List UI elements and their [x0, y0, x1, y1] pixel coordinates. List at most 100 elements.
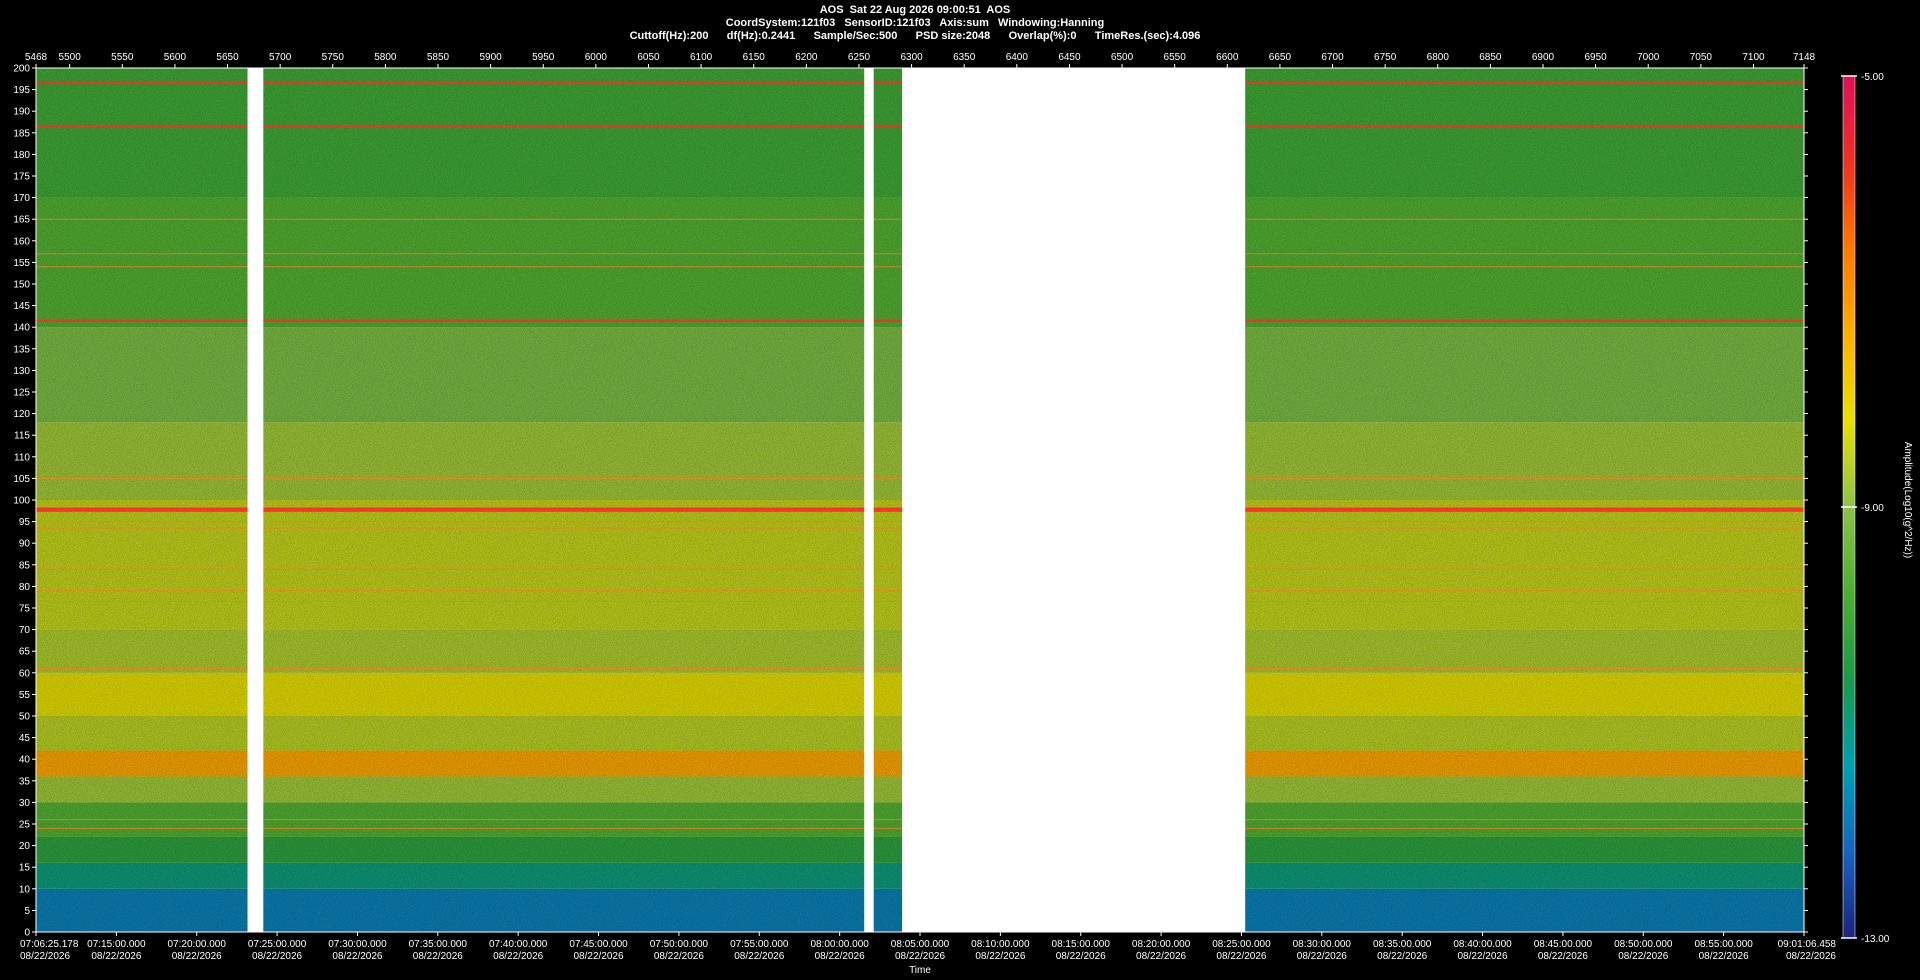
date-tick-label: 08/22/2026: [1618, 951, 1668, 962]
date-tick-label: 08/22/2026: [895, 951, 945, 962]
y-tick-label: 50: [19, 712, 31, 723]
y-tick-label: 0: [24, 928, 30, 939]
date-tick-label: 08/22/2026: [413, 951, 463, 962]
top-tick-label: 6750: [1374, 52, 1397, 63]
top-tick-label: 5550: [111, 52, 134, 63]
time-tick-label: 08:20:00.000: [1132, 939, 1191, 950]
y-tick-label: 35: [19, 776, 31, 787]
date-tick-label: 08/22/2026: [1538, 951, 1588, 962]
time-tick-label: 08:05:00.000: [891, 939, 950, 950]
time-tick-label: 07:35:00.000: [409, 939, 468, 950]
y-tick-label: 135: [13, 344, 30, 355]
time-tick-label: 07:30:00.000: [328, 939, 387, 950]
time-tick-label: 07:20:00.000: [168, 939, 227, 950]
y-tick-label: 195: [13, 85, 30, 96]
y-tick-label: 155: [13, 258, 30, 269]
top-tick-label: 7000: [1637, 52, 1660, 63]
top-tick-label: 6100: [690, 52, 713, 63]
y-tick-label: 55: [19, 690, 31, 701]
y-tick-label: 25: [19, 820, 31, 831]
y-tick-label: 5: [24, 906, 30, 917]
y-tick-label: 90: [19, 539, 31, 550]
top-tick-label: 7100: [1742, 52, 1765, 63]
y-tick-label: 120: [13, 409, 30, 420]
date-tick-label: 08/22/2026: [1297, 951, 1347, 962]
colorbar-tick-label: -13.00: [1861, 934, 1890, 945]
y-tick-label: 130: [13, 366, 30, 377]
y-tick-label: 60: [19, 668, 31, 679]
y-tick-label: 110: [14, 452, 30, 463]
y-tick-label: 145: [13, 301, 30, 312]
time-tick-label: 07:15:00.000: [87, 939, 146, 950]
date-tick-label: 08/22/2026: [1216, 951, 1266, 962]
top-tick-label: 6600: [1216, 52, 1239, 63]
top-tick-label: 5500: [59, 52, 82, 63]
top-tick-label: 5850: [427, 52, 450, 63]
y-tick-label: 10: [19, 884, 31, 895]
top-tick-label: 5950: [532, 52, 555, 63]
date-tick-label: 08/22/2026: [1377, 951, 1427, 962]
colorbar-tick-label: -5.00: [1861, 72, 1884, 83]
time-tick-label: 07:40:00.000: [489, 939, 548, 950]
time-tick-label: 07:25:00.000: [248, 939, 307, 950]
date-tick-label: 08/22/2026: [975, 951, 1025, 962]
time-tick-label: 07:50:00.000: [650, 939, 709, 950]
time-tick-label: 08:30:00.000: [1293, 939, 1352, 950]
top-tick-label: 6800: [1427, 52, 1450, 63]
y-tick-label: 125: [13, 388, 30, 399]
top-tick-label: 6150: [743, 52, 766, 63]
time-tick-label: 07:45:00.000: [569, 939, 628, 950]
y-tick-label: 20: [19, 841, 31, 852]
date-tick-label: 08/22/2026: [91, 951, 141, 962]
top-tick-label: 7050: [1690, 52, 1713, 63]
y-tick-label: 160: [13, 236, 30, 247]
y-tick-label: 30: [19, 798, 31, 809]
time-tick-label: 08:00:00.000: [810, 939, 869, 950]
top-tick-label: 6900: [1532, 52, 1555, 63]
y-tick-label: 40: [19, 755, 31, 766]
top-tick-label: 5750: [322, 52, 345, 63]
time-tick-label: 08:15:00.000: [1052, 939, 1111, 950]
top-tick-label: 6450: [1058, 52, 1081, 63]
top-tick-label: 6500: [1111, 52, 1134, 63]
top-tick-label: 6950: [1585, 52, 1608, 63]
date-tick-label: 08/22/2026: [1136, 951, 1186, 962]
top-tick-label: 6250: [848, 52, 871, 63]
top-tick-label: 6000: [585, 52, 608, 63]
y-tick-label: 75: [19, 604, 31, 615]
top-tick-label: 6700: [1321, 52, 1344, 63]
spectrogram-chart: 0 5 10 15 20 25 30 35 40 45 50 55 60 65 70 75 80 85 90 95 10…: [13, 52, 1913, 976]
date-tick-label: 08/22/2026: [20, 951, 70, 962]
top-tick-label: 6350: [953, 52, 976, 63]
time-tick-label: 08:45:00.000: [1534, 939, 1593, 950]
top-tick-label: 6850: [1479, 52, 1502, 63]
y-tick-label: 150: [13, 280, 30, 291]
y-tick-label: 170: [13, 193, 30, 204]
y-tick-label: 45: [19, 733, 31, 744]
top-tick-label: 6400: [1006, 52, 1029, 63]
date-tick-label: 08/22/2026: [493, 951, 543, 962]
time-tick-label: 08:35:00.000: [1373, 939, 1432, 950]
date-tick-label: 08/22/2026: [1458, 951, 1508, 962]
data-gap: [247, 68, 264, 932]
date-tick-label: 08/22/2026: [332, 951, 382, 962]
time-tick-label: 08:55:00.000: [1694, 939, 1753, 950]
y-tick-label: 200: [13, 64, 30, 75]
y-tick-label: 140: [13, 323, 30, 334]
top-tick-label: 5800: [374, 52, 397, 63]
time-tick-label: 08:10:00.000: [971, 939, 1030, 950]
date-tick-label: 08/22/2026: [1056, 951, 1106, 962]
y-tick-label: 95: [19, 517, 31, 528]
date-tick-label: 08/22/2026: [734, 951, 784, 962]
date-tick-label: 08/22/2026: [1699, 951, 1749, 962]
top-tick-label: 6300: [900, 52, 923, 63]
y-tick-label: 190: [13, 107, 30, 118]
y-tick-label: 185: [13, 128, 30, 139]
y-tick-label: 115: [14, 431, 30, 442]
date-tick-label: 08/22/2026: [1786, 951, 1836, 962]
y-tick-label: 85: [19, 560, 31, 571]
date-tick-label: 08/22/2026: [172, 951, 222, 962]
time-tick-label: 08:25:00.000: [1212, 939, 1271, 950]
top-tick-label: 7148: [1793, 52, 1816, 63]
time-tick-label: 09:01:06.458: [1778, 939, 1837, 950]
